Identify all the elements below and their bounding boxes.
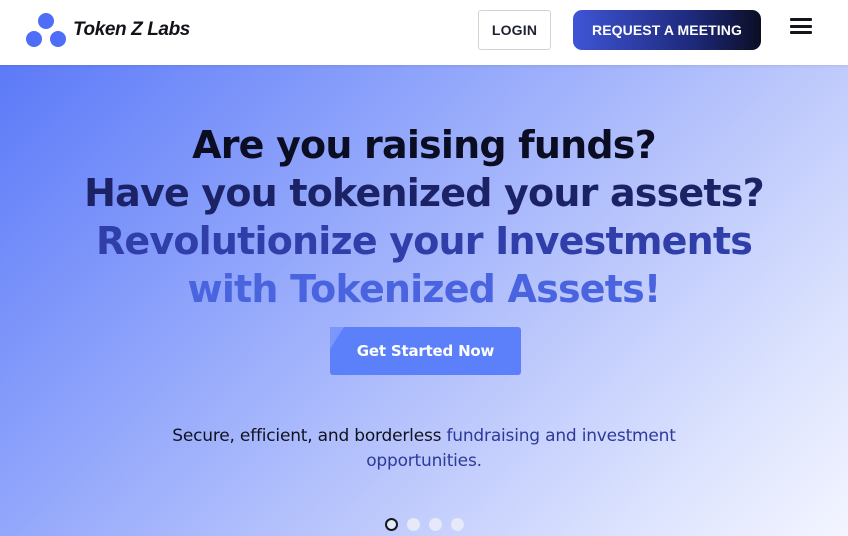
login-button[interactable]: LOGIN <box>478 10 551 50</box>
carousel-pagination <box>385 518 475 532</box>
carousel-dot-1[interactable] <box>385 518 398 531</box>
carousel-dot-4[interactable] <box>451 518 464 531</box>
hero-tagline: Secure, efficient, and borderless fundra… <box>134 424 714 474</box>
button-corner-accent <box>330 327 344 349</box>
carousel-dot-2[interactable] <box>407 518 420 531</box>
request-meeting-button[interactable]: REQUEST A MEETING <box>573 10 761 50</box>
get-started-button[interactable]: Get Started Now <box>330 327 521 375</box>
headline-line-2: Have you tokenized your assets? <box>84 171 764 215</box>
brand-logo[interactable]: Token Z Labs <box>26 12 190 48</box>
menu-line <box>790 31 812 34</box>
top-navigation-bar: Token Z Labs LOGIN REQUEST A MEETING <box>0 0 848 65</box>
tagline-part-3: opportunities. <box>366 451 482 471</box>
tagline-part-2: fundraising and investment <box>446 426 676 446</box>
hero-banner: Are you raising funds? Have you tokenize… <box>0 65 848 536</box>
brand-name: Token Z Labs <box>73 19 190 40</box>
hamburger-menu-icon[interactable] <box>790 18 812 36</box>
carousel-dot-3[interactable] <box>429 518 442 531</box>
headline-line-3: Revolutionize your Investments <box>95 219 753 263</box>
menu-line <box>790 24 812 28</box>
get-started-label: Get Started Now <box>356 342 495 360</box>
tagline-part-1: Secure, efficient, and borderless <box>172 426 442 446</box>
menu-line <box>790 18 812 21</box>
headline-line-1: Are you raising funds? <box>192 123 657 167</box>
hero-headline: Are you raising funds? Have you tokenize… <box>0 121 848 313</box>
headline-line-4: with Tokenized Assets! <box>187 267 662 311</box>
logo-circles-icon <box>26 13 66 47</box>
